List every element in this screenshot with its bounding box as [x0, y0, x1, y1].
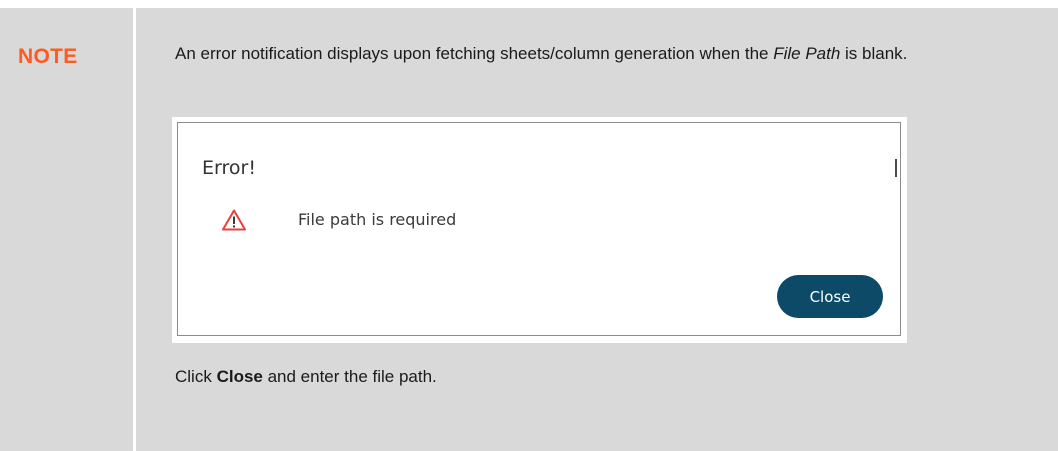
- instruction-bold: Close: [216, 367, 263, 386]
- instruction-text: Click Close and enter the file path.: [175, 367, 437, 387]
- note-divider: [133, 8, 136, 451]
- warning-triangle-icon: [222, 209, 246, 231]
- dialog-screenshot: Error! File path is required Close: [172, 117, 907, 343]
- dialog-title: Error!: [202, 157, 256, 179]
- note-text-after: is blank.: [840, 44, 908, 63]
- note-text: An error notification displays upon fetc…: [175, 43, 1015, 64]
- error-message: File path is required: [298, 210, 457, 229]
- note-text-emphasis: File Path: [773, 44, 841, 63]
- dialog-edge-mark: [895, 159, 897, 177]
- instruction-suffix: and enter the file path.: [262, 367, 437, 386]
- close-button[interactable]: Close: [777, 275, 883, 318]
- note-label: NOTE: [18, 45, 78, 68]
- note-text-before: An error notification displays upon fetc…: [175, 44, 774, 63]
- instruction-prefix: Click: [175, 367, 217, 386]
- error-dialog: Error! File path is required Close: [177, 122, 901, 336]
